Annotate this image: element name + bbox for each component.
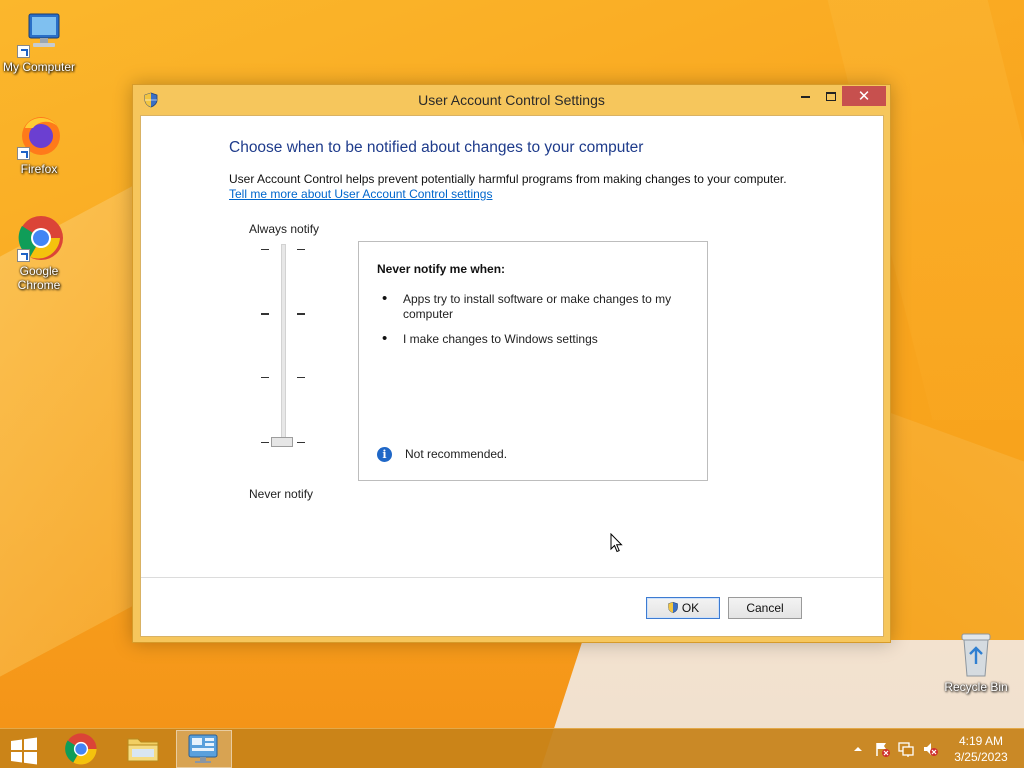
slider-tick: [297, 377, 305, 378]
recycle-bin-icon: [956, 630, 996, 678]
network-icon: [898, 742, 914, 760]
action-center-flag-icon: [874, 743, 890, 760]
window-titlebar[interactable]: User Account Control Settings ✕: [133, 85, 890, 115]
slider-track[interactable]: [281, 244, 286, 447]
notification-level-slider[interactable]: [257, 244, 309, 464]
maximize-icon: [826, 92, 836, 101]
slider-tick: [261, 249, 269, 250]
control-panel-icon: [177, 734, 221, 768]
desktop-icon-label: My Computer: [2, 60, 76, 74]
start-button[interactable]: [6, 733, 42, 765]
slider-tick: [261, 377, 269, 378]
uac-shield-icon: [667, 600, 679, 614]
close-icon: ✕: [857, 87, 871, 105]
cancel-button[interactable]: Cancel: [728, 597, 802, 619]
level-description-list: Apps try to install software or make cha…: [379, 291, 694, 357]
window-client-area: Choose when to be notified about changes…: [140, 115, 884, 637]
taskbar-app-chrome[interactable]: [54, 730, 110, 768]
volume-button[interactable]: [922, 741, 938, 757]
learn-more-link[interactable]: Tell me more about User Account Control …: [229, 187, 492, 201]
chrome-icon: [15, 214, 63, 262]
close-button[interactable]: ✕: [842, 86, 886, 106]
slider-tick: [261, 313, 269, 315]
clock-date: 3/25/2023: [954, 750, 1008, 764]
desktop-icon-recycle-bin[interactable]: Recycle Bin: [938, 630, 1014, 694]
uac-settings-window: User Account Control Settings ✕ Choose w…: [132, 84, 891, 643]
list-item: Apps try to install software or make cha…: [379, 291, 694, 322]
action-center-button[interactable]: [874, 741, 890, 757]
level-description-title: Never notify me when:: [377, 262, 506, 276]
page-description: User Account Control helps prevent poten…: [229, 172, 787, 186]
network-button[interactable]: [898, 741, 914, 757]
slider-thumb[interactable]: [271, 437, 293, 447]
slider-tick: [261, 442, 269, 443]
desktop-icon-chrome[interactable]: Google Chrome: [1, 214, 77, 292]
chevron-up-icon: [850, 746, 866, 760]
desktop-icon-label: Firefox: [20, 162, 58, 176]
taskbar-app-file-explorer[interactable]: [116, 730, 172, 768]
desktop-icon-firefox[interactable]: Firefox: [1, 112, 77, 176]
desktop-icon-label: Google Chrome: [17, 264, 61, 292]
slider-tick: [297, 442, 305, 443]
taskbar-app-control-panel[interactable]: [176, 730, 232, 768]
minimize-button[interactable]: [792, 86, 818, 106]
maximize-button[interactable]: [818, 86, 844, 106]
info-icon: i: [377, 447, 392, 462]
slider-tick: [297, 249, 305, 250]
clock-time: 4:19 AM: [958, 734, 1004, 748]
list-item: I make changes to Windows settings: [379, 331, 694, 347]
level-description-box: Never notify me when: Apps try to instal…: [358, 241, 708, 481]
volume-muted-icon: [922, 743, 938, 760]
firefox-icon: [15, 112, 63, 160]
recommendation-note: Not recommended.: [405, 447, 508, 461]
page-heading: Choose when to be notified about changes…: [229, 139, 644, 156]
window-title: User Account Control Settings: [418, 92, 605, 108]
taskbar-clock[interactable]: 4:19 AM 3/25/2023: [948, 733, 1014, 765]
show-hidden-icons-button[interactable]: [850, 741, 866, 757]
slider-bottom-label: Never notify: [249, 487, 314, 501]
ok-button[interactable]: OK: [646, 597, 720, 619]
minimize-icon: [800, 95, 810, 98]
ok-button-label: OK: [681, 601, 700, 615]
folder-icon: [116, 738, 160, 768]
taskbar: 4:19 AM 3/25/2023: [0, 728, 1024, 768]
chrome-icon: [54, 733, 98, 768]
windows-logo-icon: [6, 737, 39, 768]
footer-divider: [141, 577, 883, 578]
mouse-pointer-icon: [610, 532, 624, 553]
desktop-icon-my-computer[interactable]: My Computer: [1, 10, 77, 74]
slider-top-label: Always notify: [249, 222, 320, 236]
slider-tick: [297, 313, 305, 315]
recycle-bin-label: Recycle Bin: [944, 680, 1008, 694]
computer-icon: [15, 10, 63, 58]
